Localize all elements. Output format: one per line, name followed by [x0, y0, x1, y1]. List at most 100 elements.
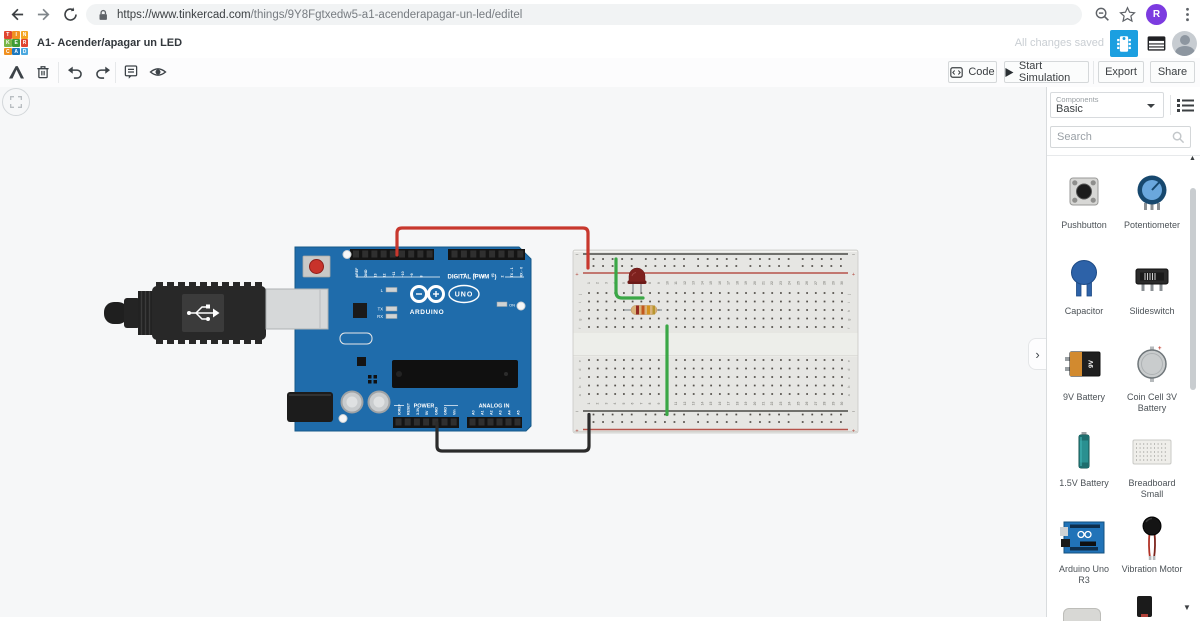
usb-cable[interactable] — [104, 282, 266, 344]
list-view-toggle[interactable] — [1176, 96, 1195, 114]
component-label: 9V Battery — [1062, 392, 1106, 402]
search-input[interactable] — [1051, 127, 1175, 147]
component-item-capacitor[interactable]: Capacitor — [1050, 245, 1118, 331]
component-item-potentiometer[interactable]: Potentiometer — [1118, 159, 1186, 245]
svg-text:13: 13 — [692, 402, 696, 406]
breadboard-small-icon — [1132, 439, 1172, 465]
components-dropdown-value: Basic — [1056, 103, 1083, 115]
led-tx — [385, 306, 398, 312]
forward-icon[interactable] — [36, 6, 53, 23]
start-simulation-label: Start Simulation — [1018, 60, 1071, 84]
logo-tile: E — [12, 39, 20, 47]
component-label: Capacitor — [1064, 306, 1104, 316]
svg-text:10: 10 — [666, 281, 670, 285]
code-button[interactable]: Code — [948, 61, 997, 83]
component-item-partial[interactable] — [1063, 608, 1101, 621]
component-item-9v-battery[interactable]: 9V 9V Battery — [1050, 331, 1118, 417]
svg-text:d: d — [578, 369, 582, 371]
redo-button[interactable] — [91, 61, 113, 83]
svg-text:5V: 5V — [425, 410, 429, 415]
svg-text:12: 12 — [683, 281, 687, 285]
start-simulation-button[interactable]: Start Simulation — [1004, 60, 1089, 84]
svg-text:17: 17 — [727, 281, 731, 285]
play-icon — [1005, 67, 1014, 77]
component-item-breadboard-small[interactable]: Breadboard Small — [1118, 417, 1186, 503]
circuit-canvas[interactable]: AREF GND 13 12 ~11 ~10 ~9 8 7 ~6 ~5 4 ~3 2 TX→1 RX←0 IOR… — [0, 87, 1046, 617]
logo-tile: C — [4, 47, 12, 56]
svg-text:14: 14 — [700, 281, 704, 285]
share-button-label: Share — [1157, 66, 1188, 78]
svg-text:9V: 9V — [1088, 359, 1095, 368]
svg-text:20: 20 — [753, 281, 757, 285]
back-icon[interactable] — [8, 6, 25, 23]
svg-text:21: 21 — [761, 402, 765, 406]
user-avatar[interactable] — [1172, 31, 1197, 56]
scroll-up-icon[interactable]: ▲ — [1189, 155, 1196, 162]
arduino-board[interactable]: AREF GND 13 12 ~11 ~10 ~9 8 7 ~6 ~5 4 ~3 2 TX→1 RX←0IOR… — [287, 246, 532, 432]
svg-text:24: 24 — [788, 281, 792, 285]
components-dropdown[interactable]: Components Basic — [1050, 92, 1164, 118]
battery-1v5-icon — [1078, 432, 1090, 469]
logo-tile: I — [12, 31, 20, 39]
svg-text:19: 19 — [744, 402, 748, 406]
svg-text:26: 26 — [805, 402, 809, 406]
led-rx — [385, 313, 398, 319]
app-header: TINKERCAD A1- Acender/apagar un LED All … — [0, 29, 1200, 59]
document-title[interactable]: A1- Acender/apagar un LED — [37, 29, 182, 58]
svg-text:RESET: RESET — [407, 402, 411, 415]
component-grid: Pushbutton Potentiometer Capacitor Slide… — [1050, 159, 1190, 589]
table-view-button[interactable] — [1142, 30, 1170, 57]
component-item-arduino-uno[interactable]: Arduino Uno R3 — [1050, 503, 1118, 589]
share-button[interactable]: Share — [1150, 61, 1195, 83]
svg-text:11: 11 — [674, 281, 678, 285]
svg-text:3: 3 — [604, 402, 608, 404]
arduino-uno-icon — [1060, 521, 1105, 554]
svg-text:25: 25 — [796, 402, 800, 406]
component-item-vibration-motor[interactable]: Vibration Motor — [1118, 503, 1186, 589]
svg-text:g: g — [847, 319, 851, 321]
url-bar[interactable]: https://www.tinkercad.com/things/9Y8Fgtx… — [86, 4, 1082, 25]
rotate-button[interactable] — [5, 61, 27, 83]
svg-text:+: + — [575, 429, 578, 435]
svg-text:30: 30 — [840, 402, 844, 406]
svg-text:Vin: Vin — [453, 409, 457, 415]
component-item-coin-cell[interactable]: + Coin Cell 3V Battery — [1118, 331, 1186, 417]
toolbar-divider — [58, 62, 59, 83]
components-panel: Components Basic ▲ Pushbutton — [1046, 87, 1200, 621]
scrollbar-thumb[interactable] — [1190, 188, 1196, 390]
svg-text:j: j — [847, 294, 851, 296]
component-item-slideswitch[interactable]: Slideswitch — [1118, 245, 1186, 331]
delete-button[interactable] — [32, 61, 54, 83]
svg-text:8: 8 — [648, 402, 652, 404]
browser-profile-avatar[interactable]: R — [1146, 4, 1167, 25]
bookmark-star-icon[interactable] — [1119, 6, 1136, 23]
circuits-view-button[interactable] — [1110, 30, 1138, 57]
component-label: Potentiometer — [1123, 220, 1181, 230]
refresh-icon[interactable] — [62, 6, 79, 23]
digital-label: DIGITAL (PWM ~) — [448, 275, 497, 281]
undo-button[interactable] — [64, 61, 86, 83]
capacitor-icon — [1071, 260, 1097, 297]
tinkercad-logo[interactable]: TINKERCAD — [4, 31, 29, 56]
vibration-motor-icon — [1142, 516, 1162, 560]
scroll-down-icon[interactable]: ▼ — [1183, 603, 1191, 612]
reset-button[interactable] — [302, 255, 331, 278]
component-item-partial[interactable] — [1137, 596, 1152, 617]
svg-text:1: 1 — [587, 282, 591, 284]
circuit-svg: AREF GND 13 12 ~11 ~10 ~9 8 7 ~6 ~5 4 ~3 2 TX→1 RX←0IOR… — [104, 226, 859, 453]
browser-menu-icon[interactable] — [1179, 6, 1196, 23]
svg-text:AREF: AREF — [355, 267, 359, 278]
divider — [1170, 95, 1171, 115]
zoom-out-icon[interactable] — [1094, 6, 1111, 23]
svg-text:h: h — [578, 310, 582, 312]
collapse-panel-handle[interactable]: › — [1028, 338, 1046, 370]
power-jack — [287, 392, 333, 422]
svg-text:20: 20 — [753, 402, 757, 406]
annotate-button[interactable] — [120, 61, 142, 83]
component-item-1v5-battery[interactable]: 1.5V Battery — [1050, 417, 1118, 503]
visibility-button[interactable] — [147, 61, 169, 83]
component-item-pushbutton[interactable]: Pushbutton — [1050, 159, 1118, 245]
svg-text:21: 21 — [761, 281, 765, 285]
export-button[interactable]: Export — [1098, 61, 1144, 83]
svg-text:A5: A5 — [517, 410, 521, 415]
